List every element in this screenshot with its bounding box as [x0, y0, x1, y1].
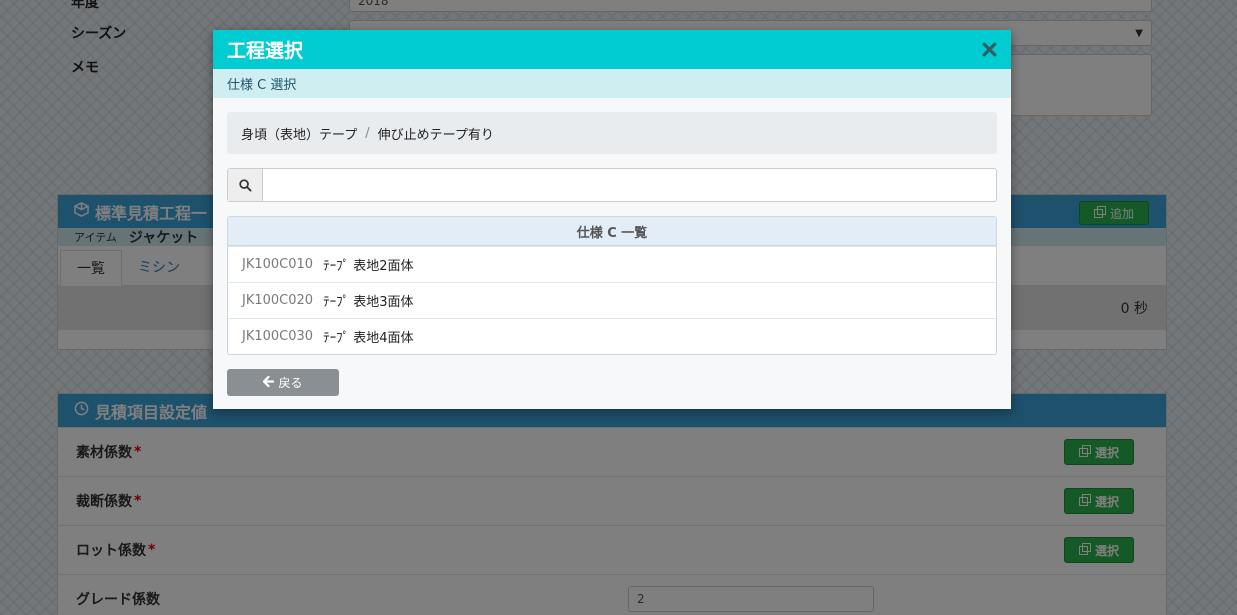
breadcrumb-item[interactable]: 身頃（表地）テープ [241, 124, 357, 143]
list-item[interactable]: JK100C010 ﾃｰﾌﾟ 表地2面体 [228, 246, 996, 282]
search-input[interactable] [263, 169, 996, 201]
modal-subtitle: 仕様 C 選択 [227, 78, 297, 93]
item-code: JK100C010 [242, 257, 314, 272]
breadcrumb-separator: / [365, 125, 370, 141]
breadcrumb: 身頃（表地）テープ / 伸び止めテープ有り [227, 112, 997, 154]
modal-header: 工程選択 [213, 30, 1011, 69]
item-name: ﾃｰﾌﾟ 表地4面体 [323, 331, 414, 346]
list-item[interactable]: JK100C030 ﾃｰﾌﾟ 表地4面体 [228, 318, 996, 354]
list-header: 仕様 C 一覧 [228, 217, 996, 246]
close-icon[interactable] [982, 40, 997, 60]
search-icon [228, 169, 263, 201]
back-button-label: 戻る [278, 376, 303, 390]
item-code: JK100C020 [242, 293, 314, 308]
modal-subtitle-bar: 仕様 C 選択 [213, 69, 1011, 98]
modal-title: 工程選択 [227, 40, 304, 62]
list-item[interactable]: JK100C020 ﾃｰﾌﾟ 表地3面体 [228, 282, 996, 318]
spec-c-list: 仕様 C 一覧 JK100C010 ﾃｰﾌﾟ 表地2面体 JK100C020 ﾃ… [227, 216, 997, 355]
modal-body: 身頃（表地）テープ / 伸び止めテープ有り 仕様 C 一覧 JK100C010 … [213, 98, 1011, 396]
breadcrumb-item-current: 伸び止めテープ有り [377, 127, 494, 143]
process-select-modal: 工程選択 仕様 C 選択 身頃（表地）テープ / 伸び止めテープ有り 仕様 C … [213, 30, 1011, 409]
item-name: ﾃｰﾌﾟ 表地2面体 [323, 259, 414, 274]
item-name: ﾃｰﾌﾟ 表地3面体 [323, 295, 414, 310]
search-group [227, 168, 997, 202]
arrow-left-icon [263, 375, 275, 390]
back-button[interactable]: 戻る [227, 369, 339, 396]
item-code: JK100C030 [242, 329, 314, 344]
